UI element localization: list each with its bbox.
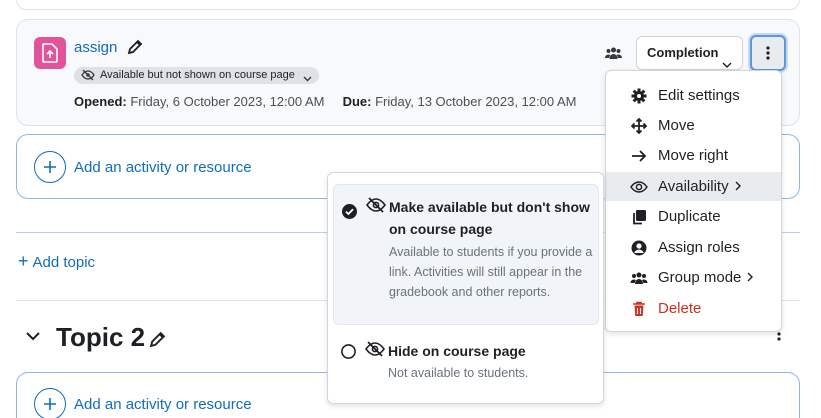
- availability-badge[interactable]: Available but not shown on course page: [74, 67, 319, 84]
- eye-slash-icon: [81, 69, 95, 87]
- previous-card-edge: [16, 0, 800, 10]
- plus-icon: +: [18, 251, 29, 271]
- activity-dates: Opened: Friday, 6 October 2023, 12:00 AM…: [74, 94, 576, 109]
- eye-slash-icon: [365, 197, 387, 218]
- radio-empty-icon: [341, 344, 356, 359]
- option-title: Hide on course page: [388, 343, 526, 359]
- gear-icon: [629, 88, 649, 104]
- menu-item-delete[interactable]: Delete: [606, 294, 781, 323]
- trash-icon: [629, 301, 649, 317]
- availability-submenu: Make available but don't show on course …: [327, 172, 604, 404]
- menu-item-edit-settings[interactable]: Edit settings: [606, 81, 781, 110]
- activity-actions-menu: Edit settings Move Move right Availabili…: [605, 70, 782, 332]
- menu-item-move[interactable]: Move: [606, 111, 781, 140]
- menu-item-group-mode[interactable]: Group mode: [606, 263, 781, 292]
- option-title: Make available but don't show on course …: [389, 199, 590, 237]
- chevron-right-icon: [735, 180, 741, 194]
- plus-circle-icon: [34, 388, 66, 418]
- topic-title: Topic 2: [56, 322, 146, 352]
- chevron-down-icon: [303, 71, 312, 88]
- edit-topic-pencil-icon[interactable]: [149, 331, 166, 353]
- menu-item-label: Delete: [658, 300, 702, 317]
- availability-badge-label: Available but not shown on course page: [100, 69, 295, 81]
- add-topic-label: Add topic: [32, 254, 96, 271]
- assignment-icon: [34, 37, 66, 69]
- menu-item-duplicate[interactable]: Duplicate: [606, 202, 781, 231]
- completion-label: Completion: [647, 45, 719, 60]
- move-arrows-icon: [629, 117, 649, 134]
- menu-item-label: Move: [658, 117, 695, 134]
- check-circle-icon: [342, 204, 357, 219]
- menu-item-label: Availability: [658, 178, 729, 195]
- edit-title-pencil-icon[interactable]: [127, 39, 143, 55]
- menu-item-label: Group mode: [658, 269, 742, 286]
- menu-item-assign-roles[interactable]: Assign roles: [606, 233, 781, 262]
- add-activity-label: Add an activity or resource: [74, 159, 252, 176]
- users-icon: [629, 271, 649, 285]
- kebab-icon: [766, 46, 770, 60]
- add-topic-link[interactable]: + Add topic: [18, 251, 95, 272]
- user-circle-icon: [629, 240, 649, 256]
- eye-icon: [629, 180, 649, 193]
- due-label: Due:: [342, 94, 372, 109]
- menu-item-label: Duplicate: [658, 208, 721, 225]
- arrow-right-icon: [629, 149, 649, 163]
- menu-item-label: Edit settings: [658, 87, 740, 104]
- availability-option-stealth[interactable]: Make available but don't show on course …: [333, 184, 599, 325]
- add-activity-label: Add an activity or resource: [74, 396, 252, 413]
- activity-actions-menu-button[interactable]: [750, 35, 786, 71]
- menu-item-availability[interactable]: Availability: [606, 172, 781, 201]
- due-value: Friday, 13 October 2023, 12:00 AM: [375, 94, 577, 109]
- option-description: Not available to students.: [388, 366, 529, 380]
- opened-label: Opened:: [74, 94, 127, 109]
- eye-slash-icon: [364, 341, 386, 362]
- chevron-right-icon: [747, 271, 754, 285]
- option-description: Available to students if you provide a l…: [389, 245, 593, 299]
- copy-icon: [629, 209, 649, 225]
- menu-item-label: Move right: [658, 147, 729, 164]
- activity-name-link[interactable]: assign: [74, 39, 117, 56]
- menu-item-move-right[interactable]: Move right: [606, 141, 781, 170]
- menu-item-label: Assign roles: [658, 239, 740, 256]
- completion-dropdown-button[interactable]: Completion: [636, 36, 743, 70]
- group-mode-users-icon[interactable]: [605, 46, 622, 65]
- opened-value: Friday, 6 October 2023, 12:00 AM: [130, 94, 325, 109]
- plus-circle-icon: [34, 151, 66, 183]
- availability-option-hide[interactable]: Hide on course page Not available to stu…: [333, 333, 599, 388]
- collapse-chevron-icon[interactable]: [25, 328, 41, 346]
